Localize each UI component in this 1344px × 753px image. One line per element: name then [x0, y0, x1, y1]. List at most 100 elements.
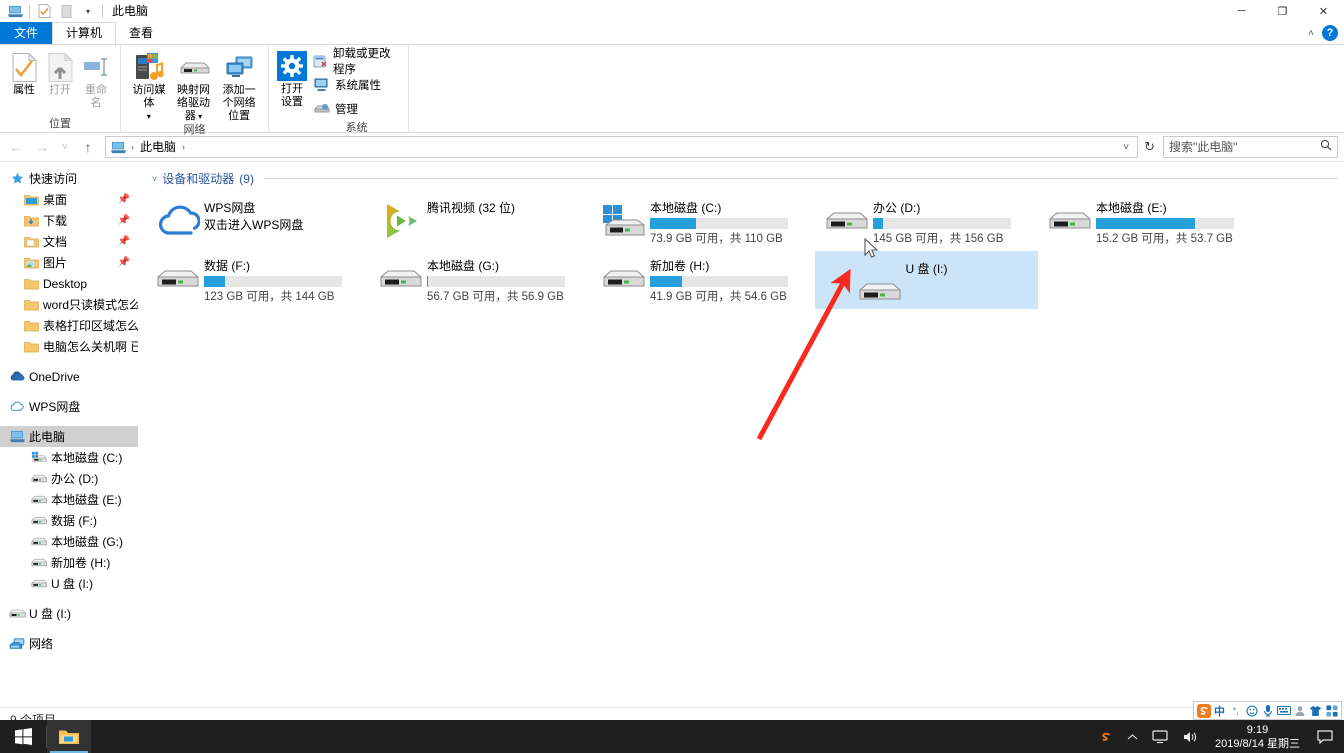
toolbox-icon[interactable] — [1324, 702, 1339, 719]
tab-view[interactable]: 查看 — [116, 22, 166, 44]
drive-e-tile-icon — [1044, 197, 1096, 245]
this-pc-icon[interactable] — [4, 0, 26, 22]
sidebar-item-drive-c[interactable]: 本地磁盘 (C:) — [0, 447, 138, 468]
network-tray-icon[interactable] — [1145, 720, 1175, 753]
open-button[interactable]: 打开 — [42, 49, 78, 97]
access-media-dropdown-icon[interactable]: ▾ — [147, 112, 151, 121]
sidebar-item-word-readonly-folder[interactable]: word只读模式怎么改 — [0, 294, 138, 315]
drive-h-tile[interactable]: 新加卷 (H:) 41.9 GB 可用，共 54.6 GB — [592, 251, 815, 309]
taskbar-clock[interactable]: 9:19 2019/8/14 星期三 — [1205, 720, 1310, 753]
wps-cloud-tile-title: WPS网盘 — [204, 201, 256, 215]
sidebar-item-downloads[interactable]: 下载 📌 — [0, 210, 138, 231]
sidebar-item-onedrive[interactable]: OneDrive — [0, 366, 138, 387]
voice-input-icon[interactable] — [1260, 702, 1275, 719]
recent-locations-button[interactable]: ˅ — [56, 135, 74, 159]
sidebar-item-table-print-area-folder[interactable]: 表格打印区域怎么设置 — [0, 315, 138, 336]
sidebar-item-wps-cloud[interactable]: WPS网盘 — [0, 396, 138, 417]
wps-cloud-tile[interactable]: WPS网盘 双击进入WPS网盘 — [146, 193, 369, 251]
chinese-mode-icon[interactable]: 中 — [1212, 702, 1227, 719]
ribbon-collapse-chevron-icon[interactable]: ˄ — [1308, 28, 1314, 39]
address-input[interactable]: › 此电脑 › ˅ — [105, 136, 1139, 158]
sidebar-item-pictures[interactable]: 图片 📌 — [0, 252, 138, 273]
sidebar-item-network[interactable]: 网络 — [0, 633, 138, 654]
sidebar-item-desktop[interactable]: 桌面 📌 — [0, 189, 138, 210]
drive-g-tile[interactable]: 本地磁盘 (G:) 56.7 GB 可用，共 56.9 GB — [369, 251, 592, 309]
sogou-ime-toolbar[interactable]: 中 °, — [1193, 701, 1342, 720]
tab-computer[interactable]: 计算机 — [52, 22, 117, 44]
sidebar-item-desktop-folder[interactable]: Desktop — [0, 273, 138, 294]
map-network-drive-button[interactable]: 映射网络驱动器 ▾ — [171, 49, 217, 123]
system-properties-button[interactable]: 系统属性 — [309, 73, 402, 97]
maximize-button[interactable]: ❐ — [1262, 0, 1303, 22]
address-bar: ← → ˅ ↑ › 此电脑 › ˅ ↻ — [0, 133, 1344, 161]
pin-icon-downloads[interactable]: 📌 — [118, 215, 130, 226]
file-list-pane[interactable]: ˅ 设备和驱动器 (9) WPS网盘 双击进入WPS网盘 腾讯视频 (32 位)… — [138, 162, 1344, 707]
sidebar-item-drive-d[interactable]: 办公 (D:) — [0, 468, 138, 489]
pin-icon-documents[interactable]: 📌 — [118, 236, 130, 247]
expression-icon[interactable] — [1244, 702, 1259, 719]
sogou-logo-icon[interactable] — [1196, 702, 1211, 719]
manage-button[interactable]: 管理 — [309, 97, 402, 121]
properties-button[interactable]: 属性 — [6, 49, 42, 97]
drive-f-tile[interactable]: 数据 (F:) 123 GB 可用，共 144 GB — [146, 251, 369, 309]
search-icon[interactable] — [1320, 138, 1332, 156]
tencent-video-tile-info: 腾讯视频 (32 位) — [427, 197, 586, 216]
drive-e-tile[interactable]: 本地磁盘 (E:) 15.2 GB 可用，共 53.7 GB — [1038, 193, 1261, 251]
usb-drive-i-tile-icon — [857, 279, 903, 305]
rename-button[interactable]: 重命名 — [78, 49, 114, 110]
sidebar-item-usb-drive-i[interactable]: U 盘 (I:) — [0, 603, 138, 624]
drive-c-tile-capacity: 73.9 GB 可用，共 110 GB — [650, 233, 783, 245]
breadcrumb-this-pc[interactable]: 此电脑 — [137, 137, 179, 157]
volume-tray-icon[interactable] — [1175, 720, 1205, 753]
access-media-button[interactable]: 访问媒体 ▾ — [127, 49, 171, 123]
map-network-drive-label: 映射网络驱动器 ▾ — [173, 84, 215, 123]
navigation-pane[interactable]: 快速访问 桌面 📌 下载 📌 文档 📌 图片 📌 Desktop word只读模… — [0, 162, 138, 707]
sidebar-item-shutdown-folder[interactable]: 电脑怎么关机啊 已完成 — [0, 336, 138, 357]
tencent-video-tile[interactable]: 腾讯视频 (32 位) — [369, 193, 592, 251]
show-hidden-icons-chevron[interactable] — [1120, 720, 1145, 753]
drive-d-tile[interactable]: 办公 (D:) 145 GB 可用，共 156 GB — [815, 193, 1038, 251]
sidebar-item-quick-access[interactable]: 快速访问 — [0, 168, 138, 189]
sidebar-item-documents[interactable]: 文档 📌 — [0, 231, 138, 252]
properties-quick-icon[interactable] — [33, 0, 55, 22]
usb-drive-i-tile[interactable]: U 盘 (I:) — [815, 251, 1038, 309]
open-settings-button[interactable]: 打开 设置 — [275, 48, 309, 109]
minimize-button[interactable]: ─ — [1221, 0, 1262, 22]
drive-c-tile[interactable]: 本地磁盘 (C:) 73.9 GB 可用，共 110 GB — [592, 193, 815, 251]
sidebar-item-drive-i[interactable]: U 盘 (I:) — [0, 573, 138, 594]
search-input[interactable] — [1169, 140, 1314, 154]
up-button[interactable]: ↑ — [76, 135, 100, 159]
pin-icon-desktop[interactable]: 📌 — [118, 194, 130, 205]
sidebar-item-drive-e[interactable]: 本地磁盘 (E:) — [0, 489, 138, 510]
soft-keyboard-icon[interactable] — [1276, 702, 1291, 719]
map-drive-dropdown-icon[interactable]: ▾ — [196, 112, 202, 121]
forward-button[interactable]: → — [30, 135, 54, 159]
back-button[interactable]: ← — [4, 135, 28, 159]
group-header-devices-and-drives[interactable]: ˅ 设备和驱动器 (9) — [146, 170, 1344, 187]
search-box[interactable] — [1163, 136, 1338, 158]
address-dropdown-icon[interactable]: ˅ — [1118, 142, 1134, 153]
tab-file[interactable]: 文件 — [0, 22, 53, 44]
punctuation-mode-icon[interactable]: °, — [1228, 702, 1243, 719]
pin-icon-pictures[interactable]: 📌 — [118, 257, 130, 268]
action-center-button[interactable] — [1310, 720, 1340, 753]
breadcrumb-separator-1[interactable]: › — [130, 142, 135, 152]
customize-qat-chevron-icon[interactable]: ▾ — [77, 0, 99, 22]
skin-icon[interactable] — [1308, 702, 1323, 719]
new-folder-quick-icon[interactable] — [55, 0, 77, 22]
start-button[interactable] — [0, 720, 46, 753]
uninstall-change-program-button[interactable]: 卸载或更改程序 — [309, 48, 402, 76]
breadcrumb-separator-2[interactable]: › — [181, 142, 186, 152]
sogou-tray-icon[interactable] — [1092, 720, 1120, 753]
sidebar-item-this-pc[interactable]: 此电脑 — [0, 426, 138, 447]
sidebar-item-drive-g[interactable]: 本地磁盘 (G:) — [0, 531, 138, 552]
help-button[interactable]: ? — [1322, 25, 1338, 41]
refresh-button[interactable]: ↻ — [1140, 139, 1159, 155]
file-explorer-taskbar-button[interactable] — [47, 720, 91, 753]
chevron-down-icon[interactable]: ˅ — [152, 174, 157, 184]
sidebar-item-drive-h[interactable]: 新加卷 (H:) — [0, 552, 138, 573]
add-network-location-button[interactable]: 添加一个网络位置 — [216, 49, 262, 123]
close-button[interactable]: ✕ — [1303, 0, 1344, 22]
sidebar-item-drive-f[interactable]: 数据 (F:) — [0, 510, 138, 531]
user-center-icon[interactable] — [1292, 702, 1307, 719]
